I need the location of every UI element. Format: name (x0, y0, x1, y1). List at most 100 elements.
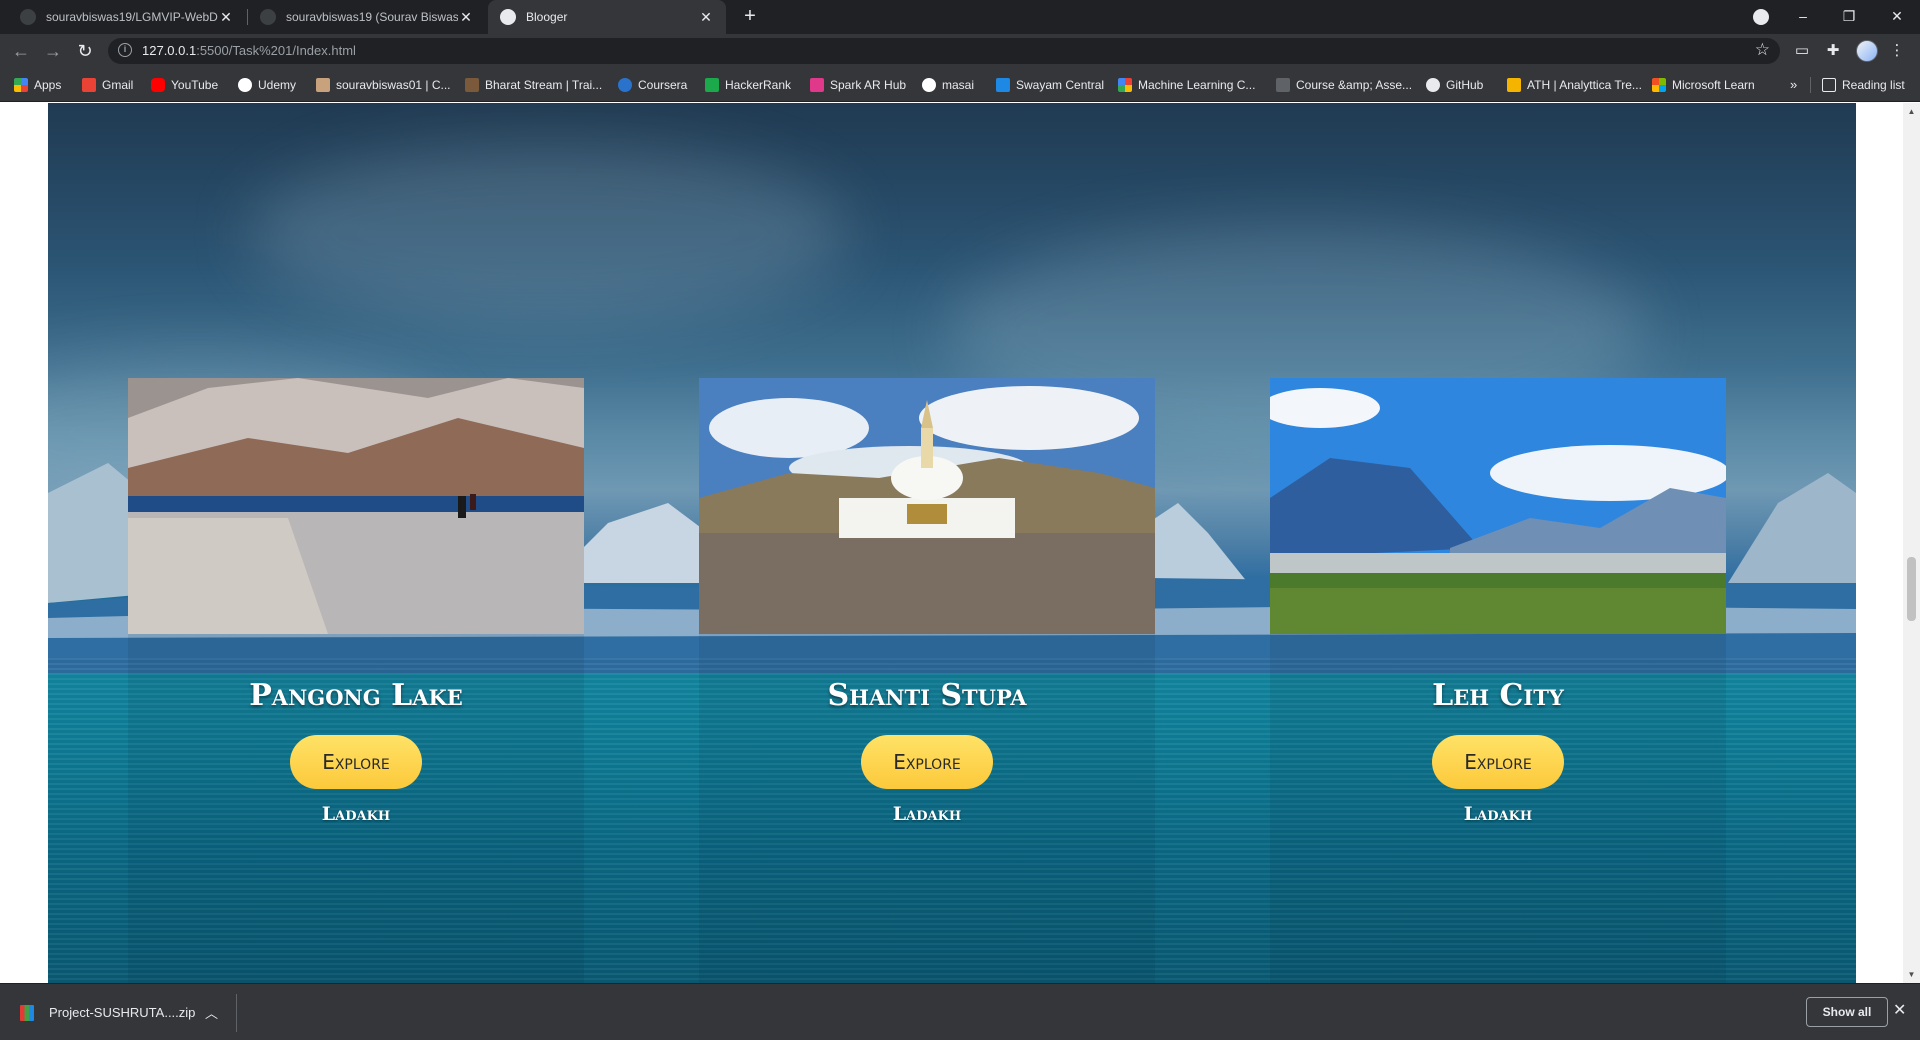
codechef-icon (316, 78, 330, 92)
forward-icon[interactable]: → (40, 38, 66, 64)
tab-title: souravbiswas19/LGMVIP-WebDe (46, 10, 218, 24)
card-title: Shanti Stupa (827, 678, 1027, 713)
cloud-shape (248, 143, 848, 323)
github-icon (1426, 78, 1440, 92)
bookmark-apps[interactable]: Apps (14, 77, 61, 93)
bookmark-spark-ar[interactable]: Spark AR Hub (810, 77, 906, 93)
bookmark-analyttica[interactable]: ATH | Analyttica Tre... (1507, 77, 1642, 93)
reading-list-icon (1822, 78, 1836, 92)
new-tab-button[interactable]: + (738, 5, 762, 29)
bookmarks-divider (1810, 77, 1811, 93)
pangong-lake-photo (128, 378, 584, 634)
hero-background: Pangong Lake Explore Ladakh Shanti Stupa… (48, 103, 1856, 983)
bookmark-label: Coursera (638, 78, 688, 92)
bookmark-youtube[interactable]: YouTube (151, 77, 218, 93)
bookmark-label: Gmail (102, 78, 134, 92)
bookmark-label: HackerRank (725, 78, 792, 92)
reading-mode-icon[interactable]: ▭ (1793, 42, 1811, 60)
address-bar[interactable]: i 127.0.0.1:5500/Task%201/Index.html ☆ (108, 38, 1780, 64)
close-icon[interactable]: ✕ (698, 9, 714, 26)
chevron-up-icon[interactable]: ︿ (205, 1003, 218, 1022)
url-path: :5500/Task%201/Index.html (196, 43, 356, 58)
udemy-icon (238, 78, 252, 92)
reload-icon[interactable]: ↻ (72, 38, 98, 64)
url-text[interactable]: 127.0.0.1:5500/Task%201/Index.html (142, 43, 356, 58)
reading-list-button[interactable]: Reading list (1822, 77, 1905, 93)
github-icon (260, 9, 276, 25)
bookmark-label: Spark AR Hub (830, 78, 907, 92)
vertical-scrollbar[interactable]: ▲ ▼ (1903, 103, 1920, 983)
scroll-down-icon[interactable]: ▼ (1903, 966, 1920, 983)
bookmark-udemy[interactable]: Udemy (238, 77, 296, 93)
bookmark-label: Course &amp; Asse... (1296, 78, 1413, 92)
bookmark-star-icon[interactable]: ☆ (1755, 40, 1770, 60)
tab-title: souravbiswas19 (Sourav Biswas) (286, 10, 458, 24)
bookmark-masai[interactable]: masai (922, 77, 974, 93)
bookmark-machine-learning[interactable]: Machine Learning C... (1118, 77, 1255, 93)
shanti-stupa-photo (699, 378, 1155, 634)
bookmark-label: Microsoft Learn (1672, 78, 1755, 92)
bookmarks-overflow-icon[interactable]: » (1790, 77, 1797, 92)
browser-toolbar: ← → ↻ i 127.0.0.1:5500/Task%201/Index.ht… (0, 34, 1920, 68)
hackerrank-icon (705, 78, 719, 92)
url-host: 127.0.0.1 (142, 43, 197, 58)
bookmark-label: Udemy (258, 78, 297, 92)
coursera-icon (618, 78, 632, 92)
page-viewport: Pangong Lake Explore Ladakh Shanti Stupa… (0, 103, 1920, 983)
destination-card: Pangong Lake Explore Ladakh (128, 378, 584, 983)
scroll-up-icon[interactable]: ▲ (1903, 103, 1920, 120)
bookmark-label: Bharat Stream | Trai... (485, 78, 603, 92)
bookmark-coursera[interactable]: Coursera (618, 77, 687, 93)
reading-list-label: Reading list (1842, 78, 1905, 92)
card-title: Pangong Lake (249, 678, 463, 713)
bookmark-swayam[interactable]: Swayam Central (996, 77, 1104, 93)
site-info-icon[interactable]: i (118, 43, 132, 57)
explore-button[interactable]: Explore (861, 735, 993, 789)
bharat-stream-icon (465, 78, 479, 92)
profile-avatar[interactable] (1856, 40, 1878, 62)
window-close-icon[interactable]: ✕ (1874, 0, 1920, 34)
bookmark-label: GitHub (1446, 78, 1484, 92)
bookmark-bharat-stream[interactable]: Bharat Stream | Trai... (465, 77, 602, 93)
menu-kebab-icon[interactable]: ⋮ (1888, 42, 1906, 60)
bookmark-label: masai (942, 78, 975, 92)
tab-github-profile[interactable]: souravbiswas19 (Sourav Biswas) ✕ (248, 0, 486, 34)
back-icon[interactable]: ← (8, 38, 34, 64)
explore-button[interactable]: Explore (1432, 735, 1564, 789)
bookmark-hackerrank[interactable]: HackerRank (705, 77, 791, 93)
shelf-divider (236, 994, 237, 1032)
bookmark-course[interactable]: Course &amp; Asse... (1276, 77, 1412, 93)
download-shelf: Project-SUSHRUTA....zip ︿ Show all ✕ (0, 983, 1920, 1040)
extensions-puzzle-icon[interactable]: ✚ (1824, 42, 1842, 60)
tab-github-repo[interactable]: souravbiswas19/LGMVIP-WebDe ✕ (8, 0, 246, 34)
bookmark-gmail[interactable]: Gmail (82, 77, 133, 93)
download-file-name[interactable]: Project-SUSHRUTA....zip (49, 1005, 195, 1020)
card-location: Ladakh (1463, 803, 1533, 825)
destination-card: Leh City Explore Ladakh (1270, 378, 1726, 983)
explore-button[interactable]: Explore (290, 735, 422, 789)
bookmark-github[interactable]: GitHub (1426, 77, 1483, 93)
bookmark-microsoft-learn[interactable]: Microsoft Learn (1652, 77, 1755, 93)
close-icon[interactable]: ✕ (458, 9, 474, 26)
bookmark-label: YouTube (171, 78, 219, 92)
pangong-lake-image (128, 378, 584, 634)
tab-blooger[interactable]: Blooger ✕ (488, 0, 726, 34)
close-icon[interactable]: ✕ (1893, 1000, 1906, 1020)
close-icon[interactable]: ✕ (218, 9, 234, 26)
tab-title: Blooger (526, 10, 568, 24)
bookmark-label: Apps (34, 78, 62, 92)
show-all-button[interactable]: Show all (1806, 997, 1888, 1027)
course-icon (1276, 78, 1290, 92)
scrollbar-thumb[interactable] (1907, 557, 1916, 621)
leh-city-photo (1270, 378, 1726, 634)
tab-search-icon[interactable] (1753, 9, 1769, 25)
restore-icon[interactable]: ❐ (1826, 0, 1872, 34)
bookmark-label: Swayam Central (1016, 78, 1105, 92)
apps-grid-icon (14, 78, 28, 92)
swayam-icon (996, 78, 1010, 92)
shanti-stupa-image (699, 378, 1155, 634)
gmail-icon (82, 78, 96, 92)
minimize-icon[interactable]: – (1780, 0, 1826, 34)
bookmark-codechef[interactable]: souravbiswas01 | C... (316, 77, 451, 93)
tab-strip: souravbiswas19/LGMVIP-WebDe ✕ souravbisw… (0, 0, 1920, 34)
